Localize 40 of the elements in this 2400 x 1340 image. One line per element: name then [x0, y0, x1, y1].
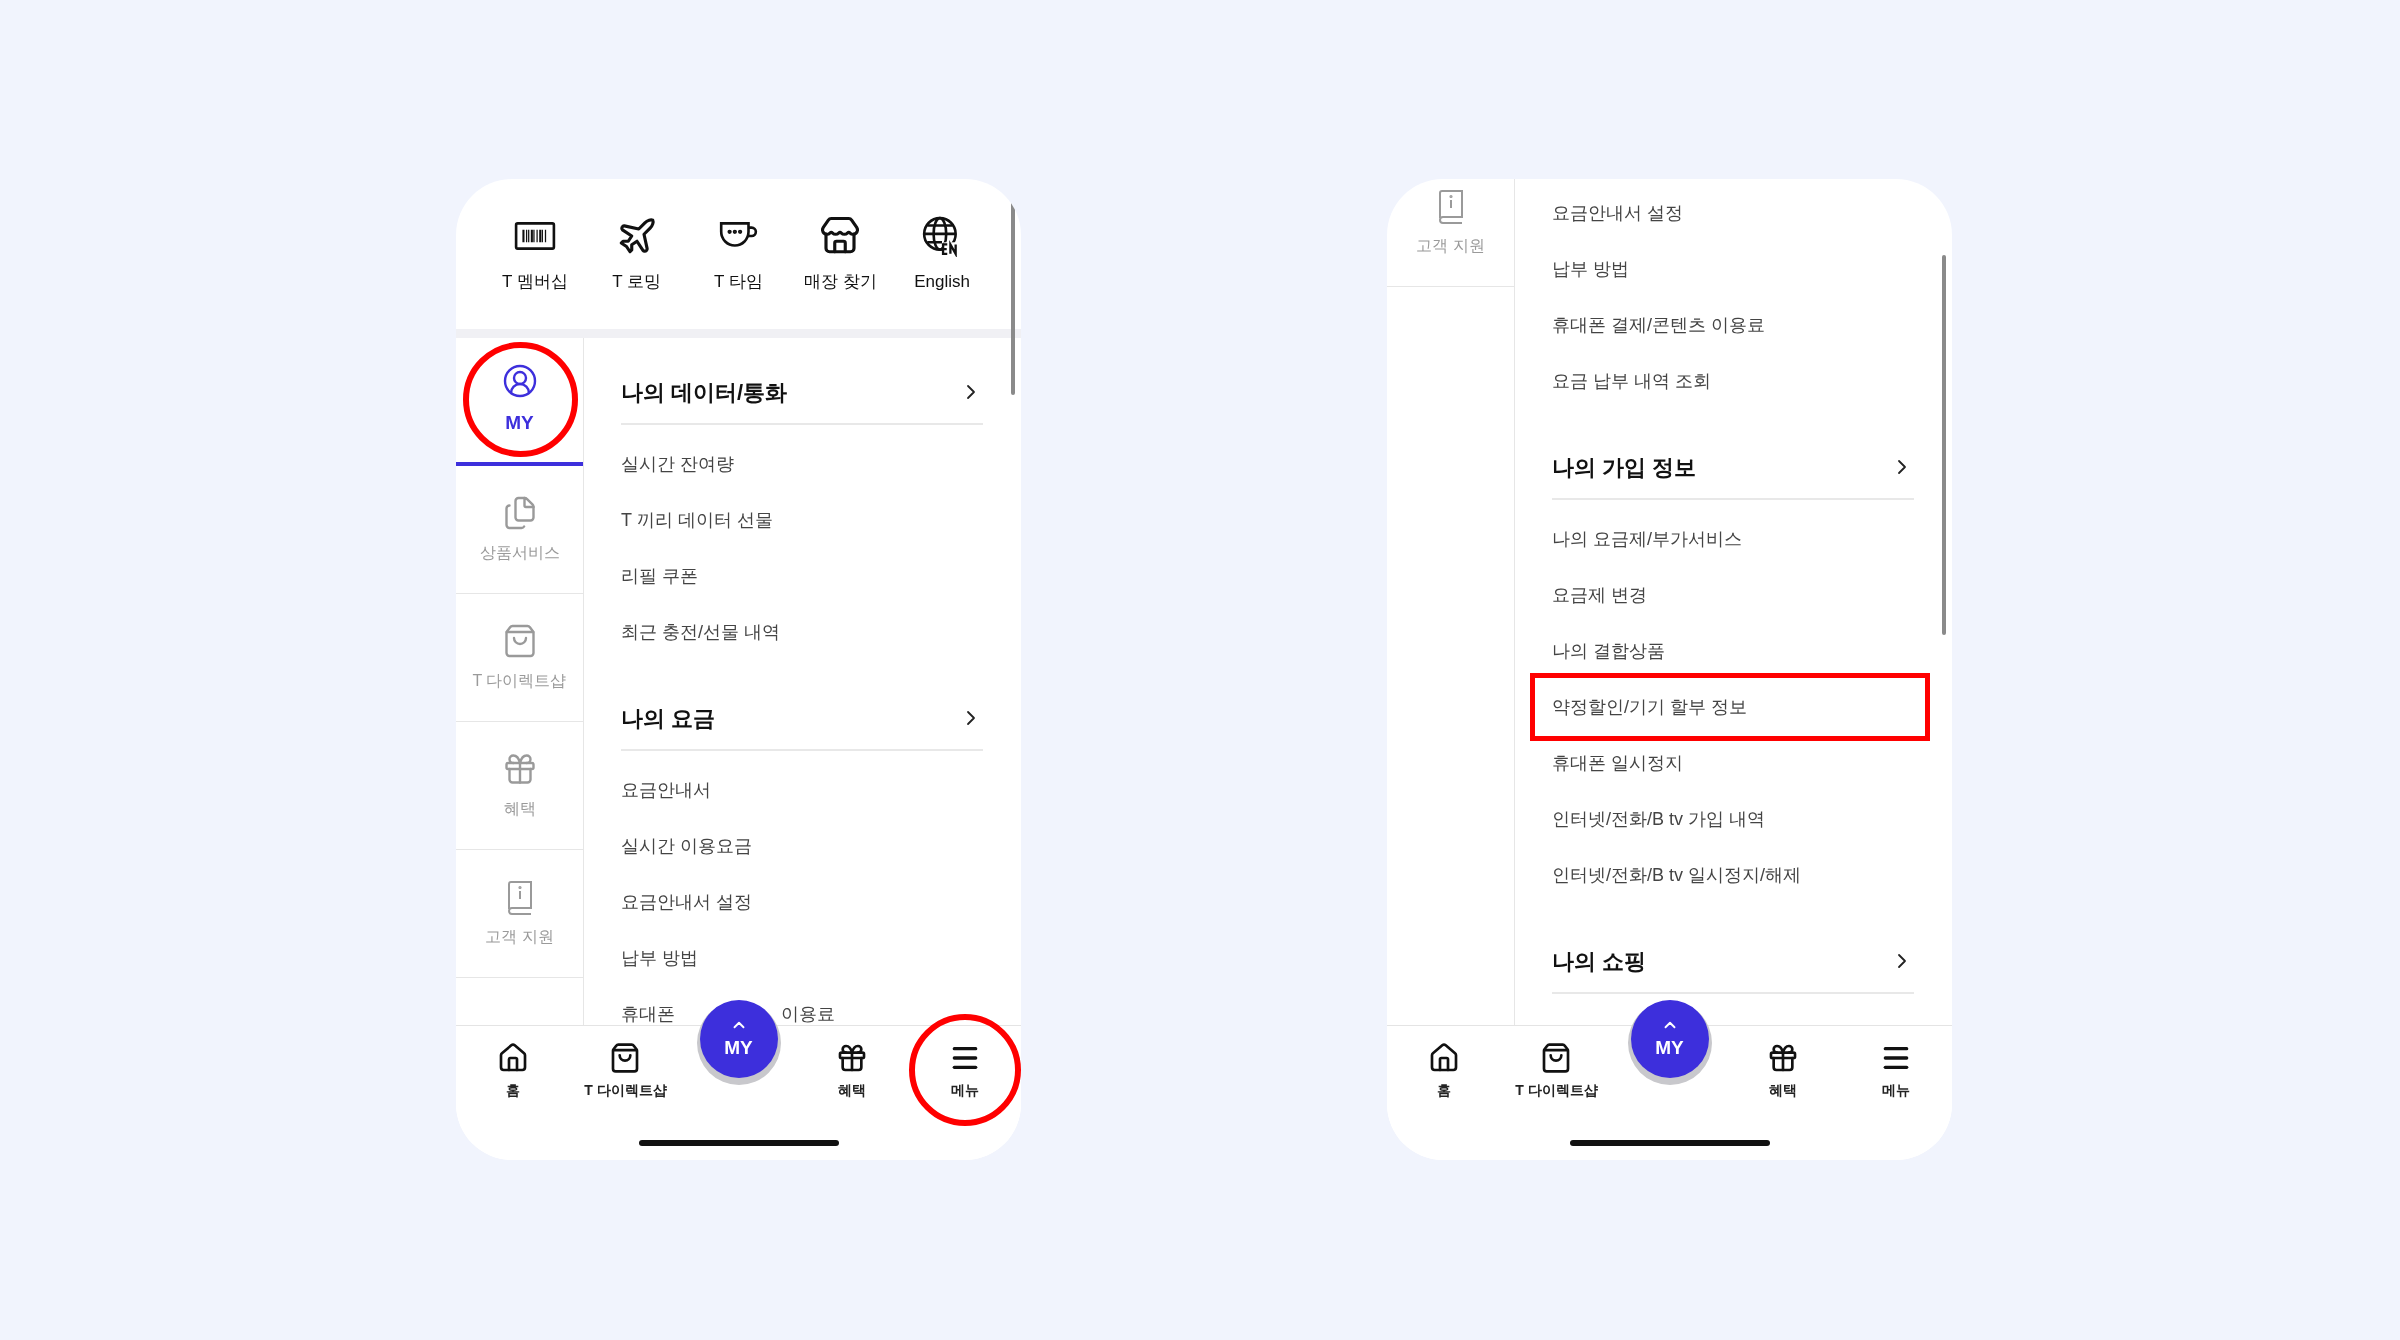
- section-heading[interactable]: 나의 요금: [621, 687, 983, 751]
- nav-tab[interactable]: T 다이렉트샵: [578, 1026, 673, 1160]
- menu-link[interactable]: 요금 납부 내역 조회: [1552, 367, 1711, 395]
- menu-link[interactable]: 요금안내서: [621, 776, 711, 804]
- menu-link[interactable]: 실시간 이용요금: [621, 832, 752, 860]
- quick-menu-item[interactable]: T 멤버십: [484, 215, 586, 329]
- menu-link[interactable]: 실시간 잔여량: [621, 450, 734, 478]
- menu-link[interactable]: 인터넷/전화/B tv 일시정지/해제: [1552, 861, 1801, 889]
- nav-tab[interactable]: 홈: [1421, 1026, 1466, 1160]
- nav-tab[interactable]: 혜택: [829, 1026, 874, 1160]
- menu-link[interactable]: 납부 방법: [621, 944, 698, 972]
- nav-tab[interactable]: 메뉴: [1873, 1026, 1918, 1160]
- menu-link[interactable]: 휴대폰 일시정지: [1552, 749, 1683, 777]
- menu-link[interactable]: 휴대폰: [621, 1000, 675, 1025]
- section-heading[interactable]: 나의 쇼핑: [1552, 930, 1914, 994]
- menu-link[interactable]: 요금제 변경: [1552, 581, 1647, 609]
- menu-link[interactable]: 나의 요금제/부가서비스: [1552, 525, 1742, 553]
- menu-link-text: 이용료: [781, 1002, 835, 1025]
- menu-link[interactable]: 요금안내서 설정: [621, 888, 752, 916]
- menu-link[interactable]: 휴대폰 결제/콘텐츠 이용료: [1552, 311, 1765, 339]
- quick-menu-item[interactable]: English: [891, 215, 993, 329]
- nav-tab[interactable]: 홈: [490, 1026, 535, 1160]
- menu-link[interactable]: 나의 결합상품: [1552, 637, 1665, 665]
- menu-link[interactable]: 최근 충전/선물 내역: [621, 618, 780, 646]
- menu-link[interactable]: T 끼리 데이터 선물: [621, 506, 773, 534]
- quick-menu-item[interactable]: T 타임: [687, 215, 790, 329]
- nav-tab[interactable]: 메뉴: [942, 1026, 987, 1160]
- user-circle-icon: [501, 362, 538, 399]
- menu-link[interactable]: 약정할인/기기 할부 정보: [1552, 693, 1747, 721]
- menu-link[interactable]: 요금안내서 설정: [1552, 199, 1683, 227]
- menu-link[interactable]: 리필 쿠폰: [621, 562, 698, 590]
- nav-tab[interactable]: 혜택: [1760, 1026, 1805, 1160]
- menu-link[interactable]: 인터넷/전화/B tv 가입 내역: [1552, 805, 1765, 833]
- section-heading[interactable]: 나의 가입 정보: [1552, 436, 1914, 500]
- nav-tab[interactable]: T 다이렉트샵: [1509, 1026, 1604, 1160]
- section-heading[interactable]: 나의 데이터/통화: [621, 361, 983, 425]
- quick-menu-item[interactable]: T 로밍: [585, 215, 688, 329]
- quick-menu-item[interactable]: 매장 찾기: [789, 215, 892, 329]
- side-nav-tab[interactable]: MY: [456, 338, 583, 466]
- menu-link[interactable]: 납부 방법: [1552, 255, 1629, 283]
